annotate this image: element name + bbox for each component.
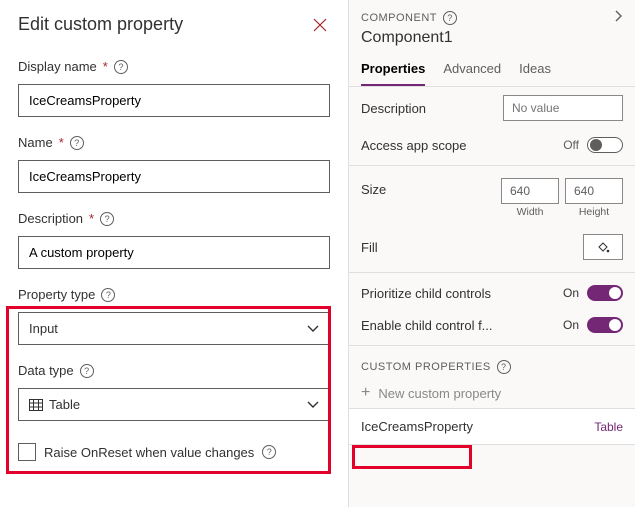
enable-child-state: On: [563, 318, 579, 332]
required-marker: *: [89, 211, 94, 226]
data-type-select[interactable]: Table: [18, 388, 330, 421]
info-icon[interactable]: ?: [114, 60, 128, 74]
property-type-select[interactable]: Input: [18, 312, 330, 345]
fill-label: Fill: [361, 240, 583, 255]
chevron-right-icon[interactable]: [615, 10, 623, 25]
close-icon[interactable]: [310, 15, 330, 35]
chevron-down-icon: [307, 322, 319, 336]
property-type-value: Input: [29, 321, 58, 336]
plus-icon: +: [361, 384, 370, 402]
paint-bucket-icon: [596, 240, 610, 254]
height-input[interactable]: [565, 178, 623, 204]
info-icon[interactable]: ?: [100, 212, 114, 226]
description-prop-input[interactable]: [503, 95, 623, 121]
data-type-value: Table: [49, 397, 80, 412]
height-sublabel: Height: [579, 206, 609, 218]
display-name-label: Display name: [18, 59, 97, 74]
component-panel: COMPONENT ? Component1 Properties Advanc…: [349, 0, 635, 507]
table-icon: [29, 399, 43, 411]
width-sublabel: Width: [517, 206, 544, 218]
name-label: Name: [18, 135, 53, 150]
description-input[interactable]: [18, 236, 330, 269]
custom-property-name: IceCreamsProperty: [361, 419, 473, 434]
fill-button[interactable]: [583, 234, 623, 260]
access-app-scope-toggle[interactable]: [587, 137, 623, 153]
size-label: Size: [361, 178, 501, 197]
prioritize-toggle[interactable]: [587, 285, 623, 301]
new-custom-property-label: New custom property: [378, 386, 501, 401]
info-icon[interactable]: ?: [70, 136, 84, 150]
name-input[interactable]: [18, 160, 330, 193]
display-name-input[interactable]: [18, 84, 330, 117]
description-prop-label: Description: [361, 101, 503, 116]
prioritize-label: Prioritize child controls: [361, 286, 563, 301]
new-custom-property-button[interactable]: + New custom property: [349, 378, 635, 408]
info-icon[interactable]: ?: [80, 364, 94, 378]
tab-ideas[interactable]: Ideas: [519, 55, 551, 86]
description-label: Description: [18, 211, 83, 226]
access-app-scope-state: Off: [563, 138, 579, 152]
info-icon[interactable]: ?: [101, 288, 115, 302]
enable-child-toggle[interactable]: [587, 317, 623, 333]
property-type-label: Property type: [18, 287, 95, 302]
access-app-scope-label: Access app scope: [361, 138, 563, 153]
raise-onreset-checkbox[interactable]: [18, 443, 36, 461]
enable-child-label: Enable child control f...: [361, 318, 563, 333]
chevron-down-icon: [307, 398, 319, 412]
panel-title: Edit custom property: [18, 14, 183, 35]
info-icon[interactable]: ?: [262, 445, 276, 459]
info-icon[interactable]: ?: [443, 11, 457, 25]
custom-property-row[interactable]: IceCreamsProperty Table: [349, 408, 635, 445]
tab-advanced[interactable]: Advanced: [443, 55, 501, 86]
tab-properties[interactable]: Properties: [361, 55, 425, 86]
required-marker: *: [59, 135, 64, 150]
component-section-label: COMPONENT: [361, 12, 437, 24]
edit-property-panel: Edit custom property Display name * ? Na…: [0, 0, 349, 507]
required-marker: *: [103, 59, 108, 74]
raise-onreset-label: Raise OnReset when value changes: [44, 445, 254, 460]
width-input[interactable]: [501, 178, 559, 204]
custom-property-type: Table: [594, 420, 623, 434]
component-name: Component1: [349, 29, 635, 55]
info-icon[interactable]: ?: [497, 360, 511, 374]
prioritize-state: On: [563, 286, 579, 300]
custom-properties-section: CUSTOM PROPERTIES: [361, 361, 491, 373]
data-type-label: Data type: [18, 363, 74, 378]
